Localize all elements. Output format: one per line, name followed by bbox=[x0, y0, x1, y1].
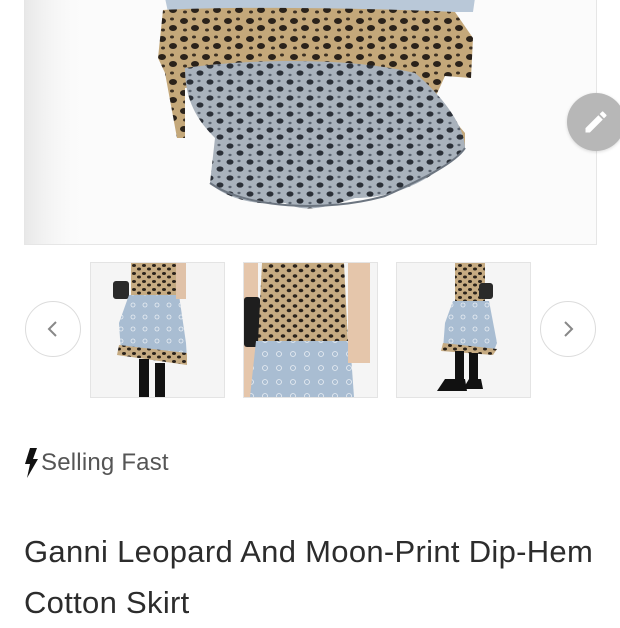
thumbnail-3-image bbox=[397, 263, 530, 397]
chevron-left-icon bbox=[47, 321, 57, 337]
carousel-prev-button[interactable] bbox=[25, 301, 81, 357]
thumbnail-3[interactable] bbox=[396, 262, 531, 398]
main-product-image-frame[interactable] bbox=[24, 0, 597, 245]
thumbnail-carousel bbox=[0, 262, 620, 398]
edit-button[interactable] bbox=[567, 93, 620, 151]
pencil-icon bbox=[585, 111, 607, 133]
selling-fast-label: Selling Fast bbox=[41, 449, 169, 476]
lightning-bolt-icon bbox=[25, 448, 38, 478]
chevron-right-icon bbox=[564, 321, 574, 337]
selling-fast-badge: Selling Fast bbox=[24, 448, 169, 478]
carousel-next-button[interactable] bbox=[540, 301, 596, 357]
thumbnail-1-image bbox=[91, 263, 224, 397]
thumbnail-2-image bbox=[244, 263, 377, 397]
thumbnail-1[interactable] bbox=[90, 262, 225, 398]
thumbnail-2[interactable] bbox=[243, 262, 378, 398]
main-product-image bbox=[25, 0, 596, 244]
product-title: Ganni Leopard And Moon-Print Dip-Hem Cot… bbox=[24, 534, 594, 620]
